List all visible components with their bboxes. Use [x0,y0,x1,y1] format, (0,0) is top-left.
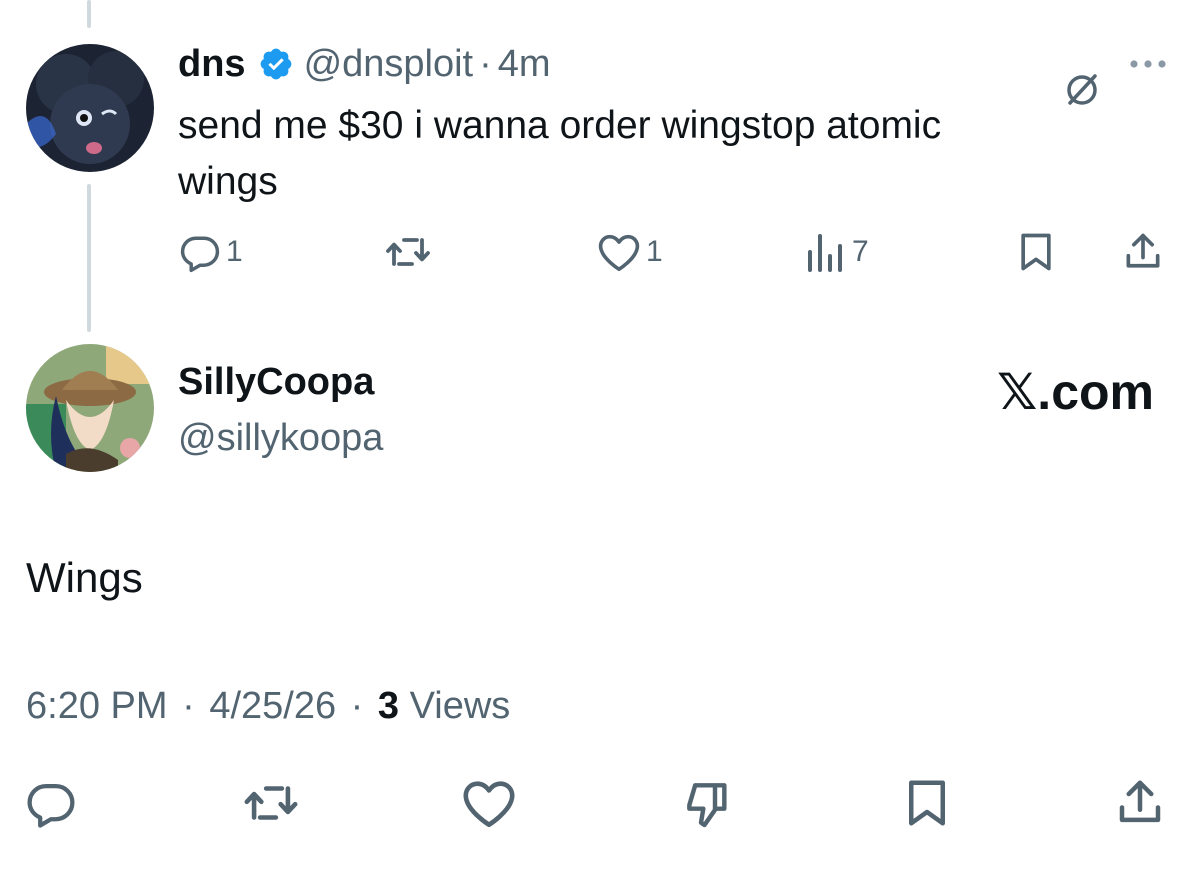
tweet-time[interactable]: 4m [498,43,551,86]
main-dislike-button[interactable] [680,776,736,832]
like-button[interactable]: 1 [596,230,663,274]
grok-icon[interactable] [1062,70,1102,110]
more-icon[interactable] [1128,58,1168,70]
like-count: 1 [646,235,663,268]
header-separator: · [479,42,492,85]
like-icon [460,776,518,830]
views-label: Views [409,685,511,727]
tweet-metadata: 6:20 PM · 4/25/26 · 3 Views [26,682,510,730]
retweet-icon [242,776,300,830]
main-tweet-text: Wings [26,554,143,601]
main-reply-button[interactable] [24,776,78,830]
retweet-icon [384,230,432,274]
author-handle[interactable]: @dnsploit [304,43,474,86]
views-count: 7 [852,235,869,268]
main-author-handle[interactable]: @sillykoopa [178,414,383,462]
retweet-button[interactable] [384,230,432,274]
meta-separator-2: · [350,685,364,727]
main-author-name[interactable]: SillyCoopa [178,358,374,406]
tweet-text-line-1: send me $30 i wanna order wingstop atomi… [178,104,942,147]
verified-badge-icon [258,46,294,82]
dislike-icon [680,776,736,832]
like-icon [596,230,642,274]
parent-tweet-text: send me $30 i wanna order wingstop atomi… [178,98,941,210]
main-retweet-button[interactable] [242,776,300,830]
reply-count: 1 [226,235,243,268]
views-button[interactable]: 7 [804,230,869,274]
reply-icon [178,230,222,274]
views-count: 3 [377,685,400,727]
main-like-button[interactable] [460,776,518,830]
share-icon [1112,776,1168,830]
share-button[interactable] [1120,230,1166,274]
thread-line-top [87,0,91,28]
thread-line-connector [87,184,91,332]
reply-button[interactable]: 1 [178,230,243,274]
main-share-button[interactable] [1112,776,1168,830]
share-icon [1120,230,1166,274]
x-com-watermark: 𝕏.com [997,364,1154,420]
tweet-text-line-2: wings [178,160,278,203]
parent-tweet-header: dns @dnsploit · 4m [178,40,551,88]
tweet-date[interactable]: 4/25/26 [209,685,336,727]
bookmark-icon [1014,230,1058,274]
main-bookmark-button[interactable] [900,776,954,830]
author-name[interactable]: dns [178,43,246,86]
tweet-time[interactable]: 6:20 PM [26,685,168,727]
meta-separator-1: · [182,685,195,727]
reply-icon [24,776,78,830]
views-icon [804,230,844,274]
bookmark-icon [900,776,954,830]
avatar-dns[interactable] [26,44,154,172]
avatar-sillycoopa[interactable] [26,344,154,472]
bookmark-button[interactable] [1014,230,1058,274]
